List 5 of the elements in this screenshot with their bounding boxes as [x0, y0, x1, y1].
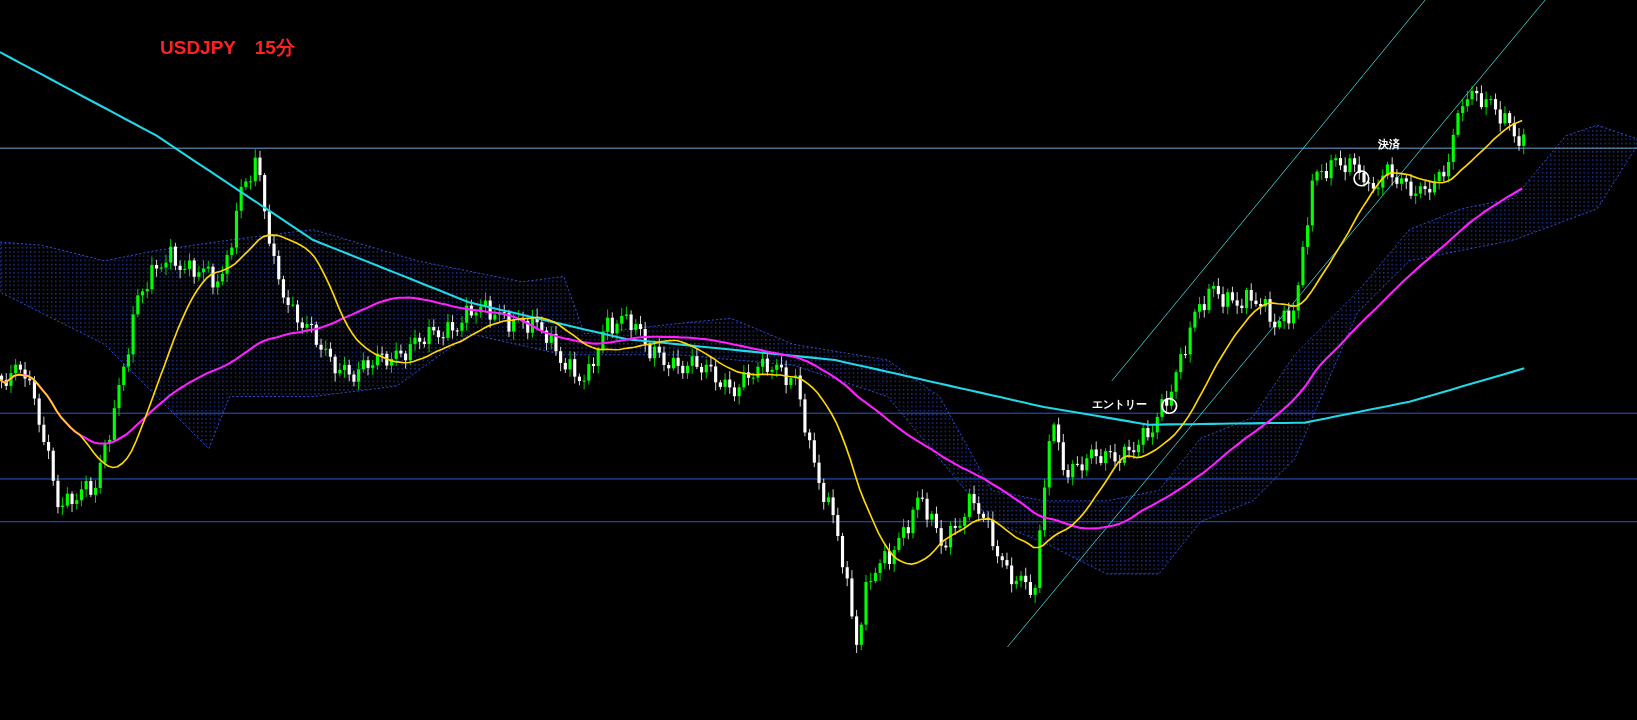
- chart-annotation: エントリー: [1092, 397, 1147, 412]
- chart-annotation: 決済: [1378, 137, 1400, 152]
- circle-marker-icon: [1353, 170, 1370, 187]
- chart-title: USDJPY 15分: [160, 36, 295, 60]
- circle-marker-icon: [1161, 397, 1178, 415]
